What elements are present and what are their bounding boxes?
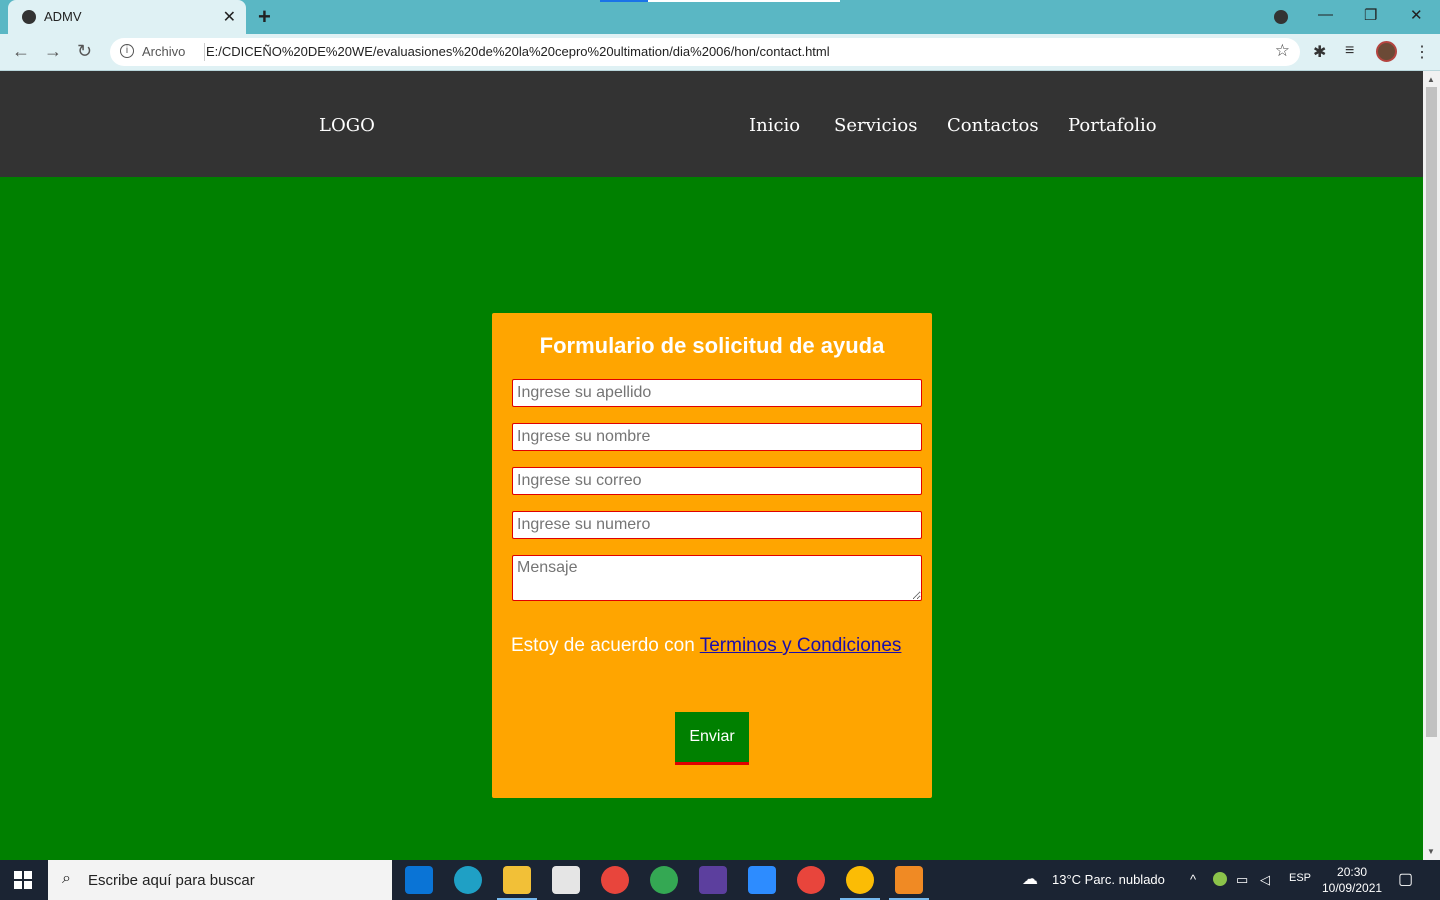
network-icon[interactable]: ▭ — [1236, 872, 1248, 888]
zoom-app-icon[interactable] — [748, 866, 776, 894]
terms-link[interactable]: Terminos y Condiciones — [700, 635, 902, 656]
page-viewport: LOGO Inicio Servicios Contactos Portafol… — [0, 71, 1423, 860]
divider — [204, 43, 205, 61]
scroll-down-icon[interactable]: ▼ — [1427, 847, 1435, 856]
nombre-input[interactable] — [512, 423, 922, 451]
taskbar-search-box[interactable]: ⌕ Escribe aquí para buscar — [48, 860, 392, 900]
info-icon[interactable]: i — [120, 44, 134, 58]
media-control-icon[interactable]: ≡ — [1345, 42, 1354, 60]
help-request-form: Formulario de solicitud de ayuda Estoy d… — [492, 313, 932, 798]
new-tab-button[interactable]: + — [258, 4, 271, 30]
weather-icon[interactable]: ☁ — [1022, 869, 1038, 889]
terms-text: Estoy de acuerdo con Terminos y Condicio… — [511, 635, 901, 657]
search-icon: ⌕ — [62, 870, 71, 887]
nav-link-contactos[interactable]: Contactos — [947, 115, 1039, 136]
reload-icon[interactable]: ↻ — [77, 41, 92, 62]
nav-link-inicio[interactable]: Inicio — [749, 115, 800, 136]
chrome-profile-2-icon[interactable] — [797, 866, 825, 894]
tab-title: ADMV — [44, 9, 82, 24]
edge-browser-icon[interactable] — [454, 866, 482, 894]
form-title: Formulario de solicitud de ayuda — [539, 333, 885, 358]
tray-app-icon[interactable] — [1213, 872, 1227, 886]
browser-toolbar: ← → ↻ i Archivo E:/CDICEÑO%20DE%20WE/eva… — [0, 34, 1440, 71]
tab-search-icon[interactable] — [1274, 10, 1288, 24]
submit-button[interactable]: Enviar — [675, 712, 749, 765]
tray-chevron-icon[interactable]: ^ — [1190, 872, 1196, 887]
notifications-icon[interactable]: ▢ — [1398, 869, 1413, 889]
sublime-text-icon[interactable] — [895, 866, 923, 894]
address-bar[interactable]: i Archivo E:/CDICEÑO%20DE%20WE/evaluasio… — [110, 38, 1300, 66]
back-icon[interactable]: ← — [12, 41, 30, 62]
extensions-icon[interactable]: ✱ — [1313, 42, 1326, 62]
tab-close-button[interactable]: ✕ — [223, 7, 236, 27]
browser-tab-strip: ADMV ✕ + — ❐ ✕ — [0, 0, 1440, 34]
nav-link-portafolio[interactable]: Portafolio — [1068, 115, 1157, 136]
numero-input[interactable] — [512, 511, 922, 539]
bookmark-star-icon[interactable]: ☆ — [1275, 41, 1290, 61]
mail-app-icon[interactable] — [405, 866, 433, 894]
globe-icon — [22, 10, 36, 24]
chrome-icon[interactable] — [601, 866, 629, 894]
chrome-active-icon[interactable] — [846, 866, 874, 894]
browser-tab[interactable]: ADMV ✕ — [8, 0, 246, 34]
store-app-icon[interactable] — [552, 866, 580, 894]
tab-search-indicator — [600, 0, 840, 2]
restore-button[interactable]: ❐ — [1364, 6, 1377, 24]
windows-taskbar: ⌕ Escribe aquí para buscar ☁ 13°C Parc. … — [0, 860, 1440, 900]
volume-icon[interactable]: ◁ — [1260, 872, 1270, 888]
windows-start-icon[interactable] — [14, 871, 32, 889]
url-text[interactable]: E:/CDICEÑO%20DE%20WE/evaluasiones%20de%2… — [206, 44, 830, 59]
forward-icon[interactable]: → — [44, 41, 62, 62]
taskbar-search-placeholder: Escribe aquí para buscar — [88, 872, 255, 889]
file-explorer-icon[interactable] — [503, 866, 531, 894]
chrome-profile-icon[interactable] — [650, 866, 678, 894]
minimize-button[interactable]: — — [1318, 6, 1333, 23]
menu-kebab-icon[interactable]: ⋮ — [1414, 42, 1430, 62]
jw-app-icon[interactable] — [699, 866, 727, 894]
terms-prefix: Estoy de acuerdo con — [511, 635, 695, 656]
mensaje-textarea[interactable] — [512, 555, 922, 601]
page-scrollbar[interactable]: ▲ ▼ — [1423, 71, 1440, 860]
weather-text[interactable]: 13°C Parc. nublado — [1052, 872, 1165, 887]
nav-link-servicios[interactable]: Servicios — [834, 115, 917, 136]
language-indicator[interactable]: ESP — [1289, 872, 1311, 884]
site-logo[interactable]: LOGO — [319, 115, 375, 136]
apellido-input[interactable] — [512, 379, 922, 407]
clock-time: 20:30 — [1337, 865, 1368, 879]
correo-input[interactable] — [512, 467, 922, 495]
taskbar-clock[interactable]: 20:30 10/09/2021 — [1322, 864, 1382, 896]
site-header: LOGO Inicio Servicios Contactos Portafol… — [0, 71, 1423, 177]
profile-avatar[interactable] — [1376, 41, 1397, 62]
scroll-up-icon[interactable]: ▲ — [1427, 75, 1435, 84]
clock-date: 10/09/2021 — [1322, 881, 1383, 895]
scrollbar-thumb[interactable] — [1426, 87, 1437, 737]
scheme-label: Archivo — [142, 44, 186, 59]
window-close-button[interactable]: ✕ — [1410, 6, 1423, 24]
